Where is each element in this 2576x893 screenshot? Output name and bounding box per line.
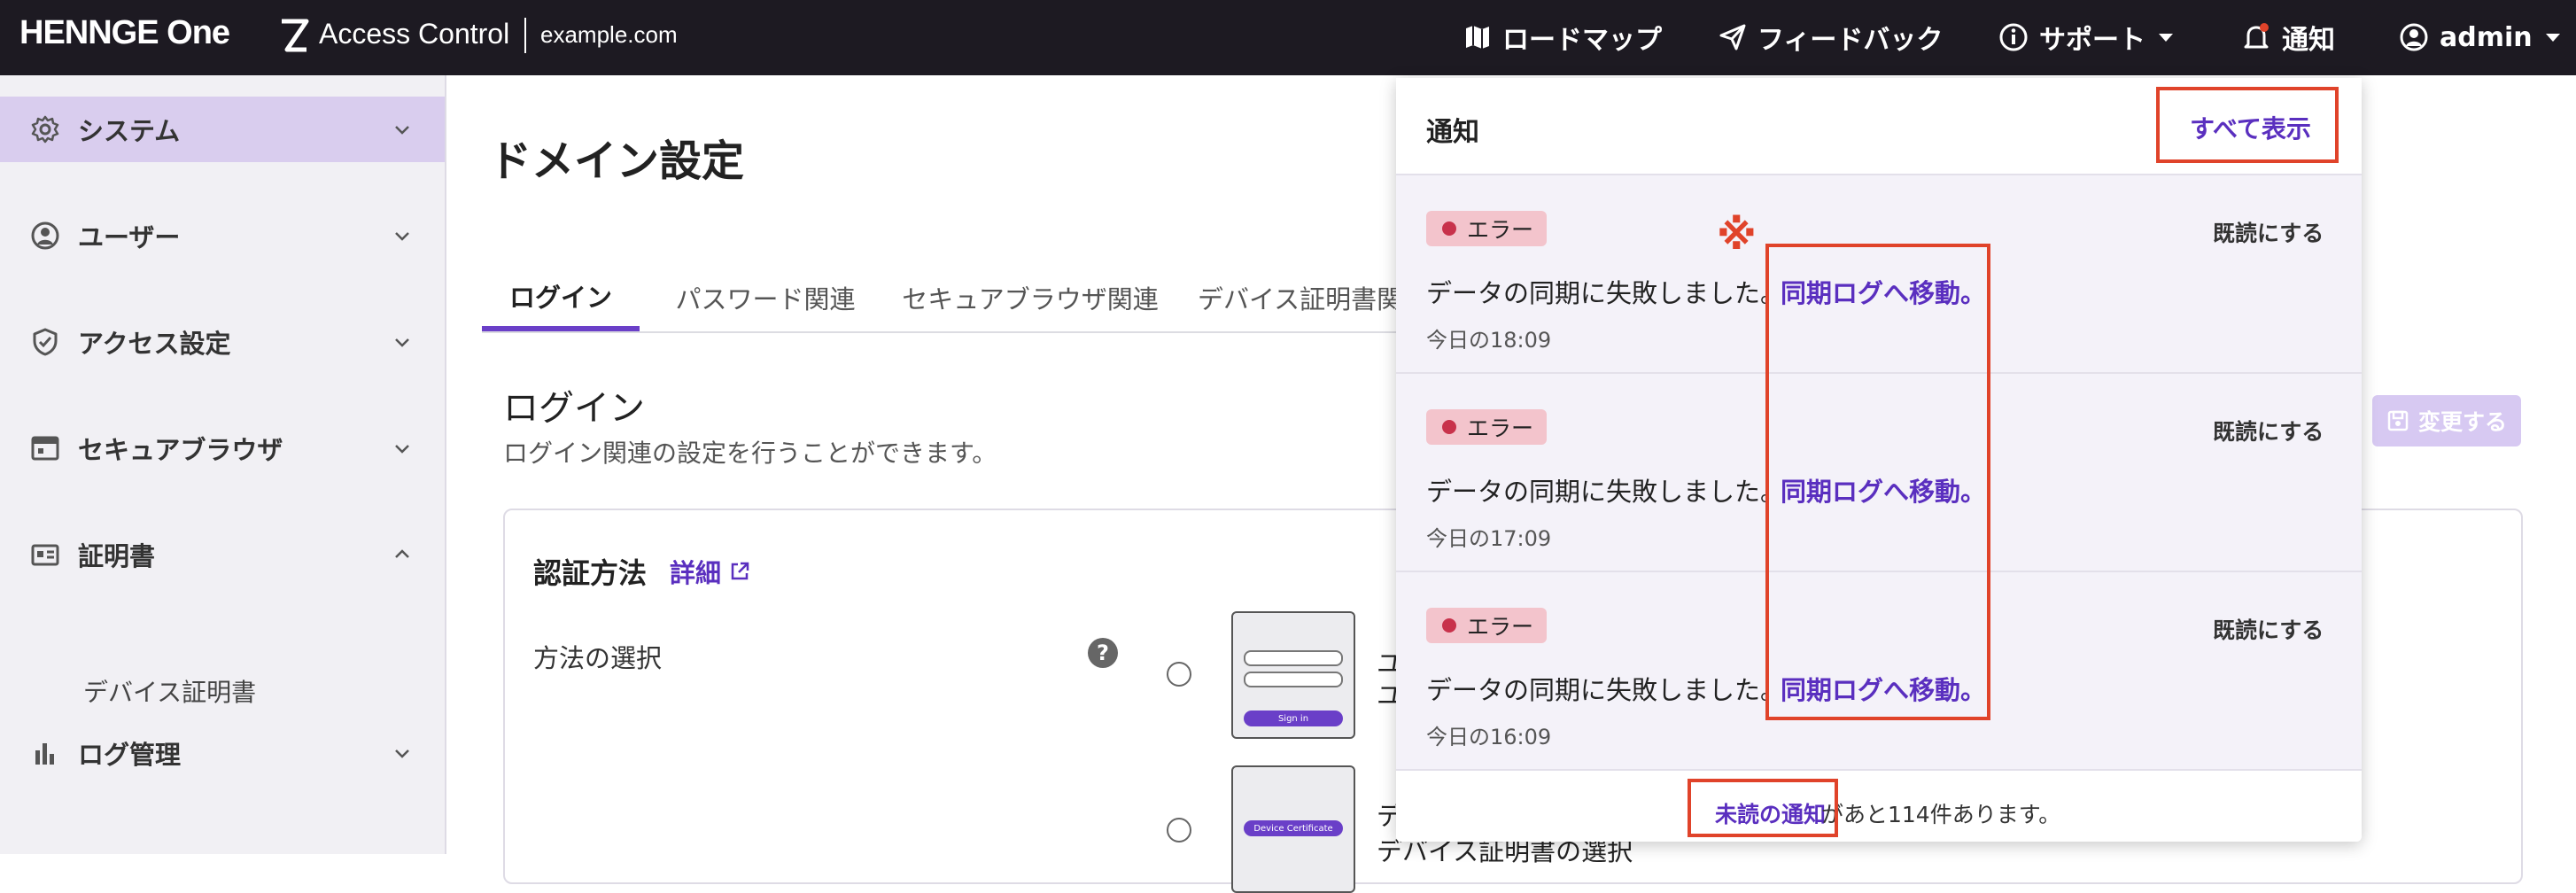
tab-login[interactable]: ログイン bbox=[482, 266, 640, 331]
save-button[interactable]: 変更する bbox=[2372, 395, 2521, 446]
gear-icon bbox=[31, 115, 59, 144]
sidebar-item-certificates[interactable]: 証明書 bbox=[0, 522, 445, 587]
device-certificate-thumbnail: Device Certificate bbox=[1231, 765, 1355, 893]
sidebar-item-label: ログ管理 bbox=[78, 740, 182, 770]
henngeone-logo[interactable]: HENNGE One bbox=[19, 14, 230, 52]
error-badge: エラー bbox=[1426, 608, 1547, 643]
chevron-down-icon bbox=[395, 126, 409, 135]
user-name: admin bbox=[2440, 21, 2533, 53]
mark-as-read-button[interactable]: 既読にする bbox=[2213, 415, 2324, 446]
section-title: ログイン bbox=[503, 388, 645, 429]
notifications-button[interactable]: 通知 bbox=[2241, 14, 2335, 60]
annotation-asterisk-mark: ※ bbox=[1717, 211, 1757, 259]
roadmap-label: ロードマップ bbox=[1502, 25, 1662, 56]
thumbnail-device-certificate-button: Device Certificate bbox=[1244, 820, 1343, 836]
mark-as-read-button[interactable]: 既読にする bbox=[2213, 216, 2324, 248]
annotation-box-show-all bbox=[2156, 87, 2339, 163]
sidebar-item-log-management[interactable]: ログ管理 bbox=[0, 720, 445, 786]
tab-password[interactable]: パスワード関連 bbox=[659, 266, 872, 330]
id-card-icon bbox=[31, 544, 59, 566]
error-badge-label: エラー bbox=[1467, 614, 1534, 640]
feedback-link[interactable]: フィードバック bbox=[1719, 14, 1943, 60]
shield-check-icon bbox=[33, 328, 58, 356]
chevron-down-icon bbox=[395, 232, 409, 241]
notifications-label: 通知 bbox=[2282, 25, 2335, 56]
error-badge: エラー bbox=[1426, 211, 1547, 246]
bell-icon bbox=[2244, 23, 2269, 49]
thumbnail-signin-button: Sign in bbox=[1244, 711, 1343, 726]
user-menu[interactable]: admin bbox=[2399, 14, 2563, 60]
section-description: ログイン関連の設定を行うことができます。 bbox=[503, 439, 997, 468]
annotation-box-unread-link bbox=[1688, 779, 1838, 837]
roadmap-link[interactable]: ロードマップ bbox=[1463, 14, 1662, 60]
domain-label: example.com bbox=[540, 21, 678, 48]
help-icon[interactable]: ? bbox=[1088, 638, 1118, 668]
settings-tabs: ログイン パスワード関連 セキュアブラウザ関連 デバイス証明書関 bbox=[482, 266, 1403, 333]
unread-count-text: があと114件あります。 bbox=[1821, 802, 2061, 827]
info-icon bbox=[1999, 23, 2028, 51]
annotation-box-sync-log-links bbox=[1765, 244, 1990, 720]
page-title: ドメイン設定 bbox=[489, 136, 745, 186]
chevron-down-icon bbox=[395, 749, 409, 758]
sidebar-item-label: ユーザー bbox=[78, 222, 181, 252]
sidebar-item-system[interactable]: システム bbox=[0, 97, 445, 162]
error-badge-label: エラー bbox=[1467, 217, 1534, 243]
browser-window-icon bbox=[31, 436, 59, 461]
save-button-label: 変更する bbox=[2417, 409, 2507, 435]
chevron-down-icon bbox=[395, 338, 409, 347]
method-select-label: 方法の選択 bbox=[533, 643, 663, 673]
tab-device-certificate[interactable]: デバイス証明書関 bbox=[1198, 266, 1403, 330]
auth-detail-link[interactable]: 詳細 bbox=[670, 553, 751, 590]
caret-down-icon bbox=[2159, 34, 2173, 42]
notification-time: 今日の18:09 bbox=[1426, 328, 1552, 353]
auth-detail-label: 詳細 bbox=[670, 558, 722, 588]
bar-chart-icon bbox=[35, 743, 54, 765]
notification-panel-title: 通知 bbox=[1426, 117, 1479, 148]
sidebar: システム ユーザー アクセス設定 セキュアブラウザ 証明書 デバイス証明書 ログ… bbox=[0, 75, 446, 854]
notification-time: 今日の17:09 bbox=[1426, 526, 1552, 551]
notification-message: データの同期に失敗しました。 bbox=[1426, 477, 1787, 507]
error-badge: エラー bbox=[1426, 409, 1547, 445]
support-menu[interactable]: サポート bbox=[1998, 14, 2176, 60]
error-dot-icon bbox=[1442, 618, 1456, 633]
method-radio-1[interactable] bbox=[1167, 662, 1191, 687]
chevron-up-icon bbox=[395, 549, 409, 558]
support-label: サポート bbox=[2039, 25, 2145, 56]
sidebar-item-users[interactable]: ユーザー bbox=[0, 203, 445, 268]
notification-message: データの同期に失敗しました。 bbox=[1426, 675, 1787, 705]
send-icon bbox=[1719, 24, 1746, 50]
map-icon bbox=[1466, 26, 1489, 49]
user-circle-icon bbox=[2400, 23, 2428, 51]
method-radio-2[interactable] bbox=[1167, 818, 1191, 843]
login-form-thumbnail: Sign in bbox=[1231, 611, 1355, 739]
notification-message: データの同期に失敗しました。 bbox=[1426, 278, 1787, 308]
chevron-down-icon bbox=[395, 445, 409, 454]
sidebar-item-label: セキュアブラウザ bbox=[78, 435, 283, 465]
top-navigation-bar: HENNGE One Access Control example.com ロー… bbox=[0, 0, 2576, 75]
thumbnail-field bbox=[1244, 650, 1343, 666]
tab-secure-browser[interactable]: セキュアブラウザ関連 bbox=[886, 266, 1175, 330]
app-name: Access Control bbox=[319, 18, 510, 50]
error-dot-icon bbox=[1442, 420, 1456, 434]
sidebar-item-label: 証明書 bbox=[78, 541, 156, 571]
caret-down-icon bbox=[2545, 34, 2560, 42]
thumbnail-field bbox=[1244, 672, 1343, 687]
user-circle-icon bbox=[31, 221, 59, 250]
notification-panel-footer: 未読の通知 があと114件あります。 bbox=[1396, 773, 2362, 842]
sidebar-item-label: アクセス設定 bbox=[78, 329, 231, 359]
notification-time: 今日の16:09 bbox=[1426, 725, 1552, 749]
feedback-label: フィードバック bbox=[1757, 25, 1944, 56]
access-control-logo-icon bbox=[282, 19, 309, 52]
error-dot-icon bbox=[1442, 221, 1456, 236]
sidebar-subitem-device-certificate[interactable]: デバイス証明書 bbox=[83, 673, 256, 709]
sidebar-item-access-settings[interactable]: アクセス設定 bbox=[0, 309, 445, 375]
sidebar-item-secure-browser[interactable]: セキュアブラウザ bbox=[0, 415, 445, 481]
external-link-icon bbox=[731, 562, 749, 580]
mark-as-read-button[interactable]: 既読にする bbox=[2213, 613, 2324, 645]
sidebar-item-label: システム bbox=[78, 116, 181, 146]
floppy-disk-icon bbox=[2387, 410, 2409, 431]
auth-method-title: 認証方法 bbox=[533, 556, 648, 590]
app-separator bbox=[524, 18, 526, 53]
error-badge-label: エラー bbox=[1467, 415, 1534, 441]
